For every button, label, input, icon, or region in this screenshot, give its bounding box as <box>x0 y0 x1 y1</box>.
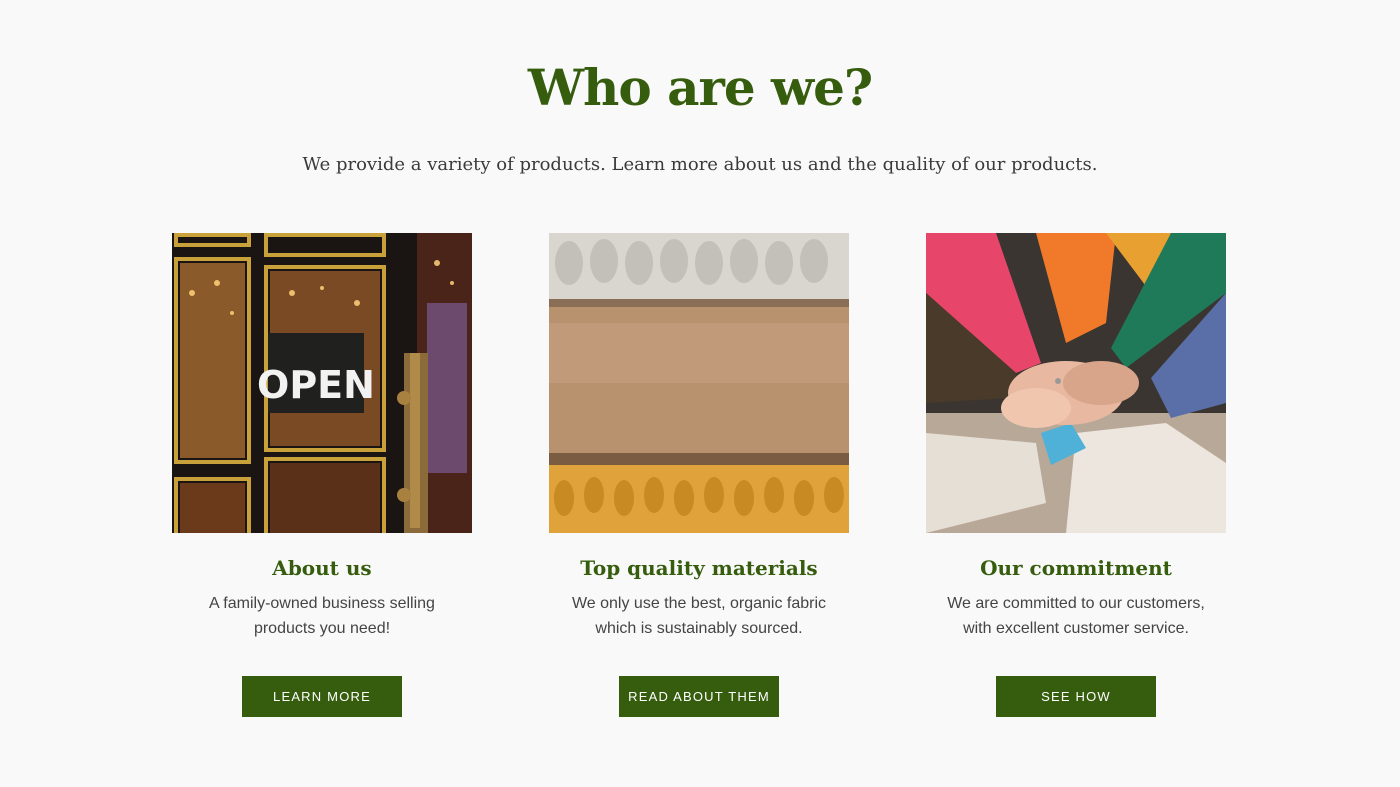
learn-more-button[interactable]: LEARN MORE <box>242 676 402 717</box>
card-title: Top quality materials <box>580 556 818 580</box>
feature-card-about-us: OPEN About us A family-owned business se… <box>172 233 472 717</box>
card-title: About us <box>272 556 372 580</box>
section-subheading: We provide a variety of products. Learn … <box>302 154 1098 175</box>
section-heading: Who are we? <box>527 58 873 117</box>
card-description: We only use the best, organic fabric whi… <box>571 595 827 637</box>
card-title: Our commitment <box>980 556 1172 580</box>
feature-card-commitment: Our commitment We are committed to our c… <box>926 233 1226 717</box>
shop-door-open-sign-photo: OPEN <box>172 233 472 533</box>
stacked-hands-sweaters-photo <box>926 233 1226 533</box>
folded-knit-fabrics-photo <box>549 233 849 533</box>
card-description: We are committed to our customers, with … <box>947 595 1205 637</box>
card-description: A family-owned business selling products… <box>209 595 435 637</box>
feature-card-materials: Top quality materials We only use the be… <box>549 233 849 717</box>
who-are-we-section: Who are we? We provide a variety of prod… <box>0 0 1400 787</box>
open-sign-text: OPEN <box>257 363 375 407</box>
read-about-them-button[interactable]: READ ABOUT THEM <box>619 676 779 717</box>
see-how-button[interactable]: SEE HOW <box>996 676 1156 717</box>
